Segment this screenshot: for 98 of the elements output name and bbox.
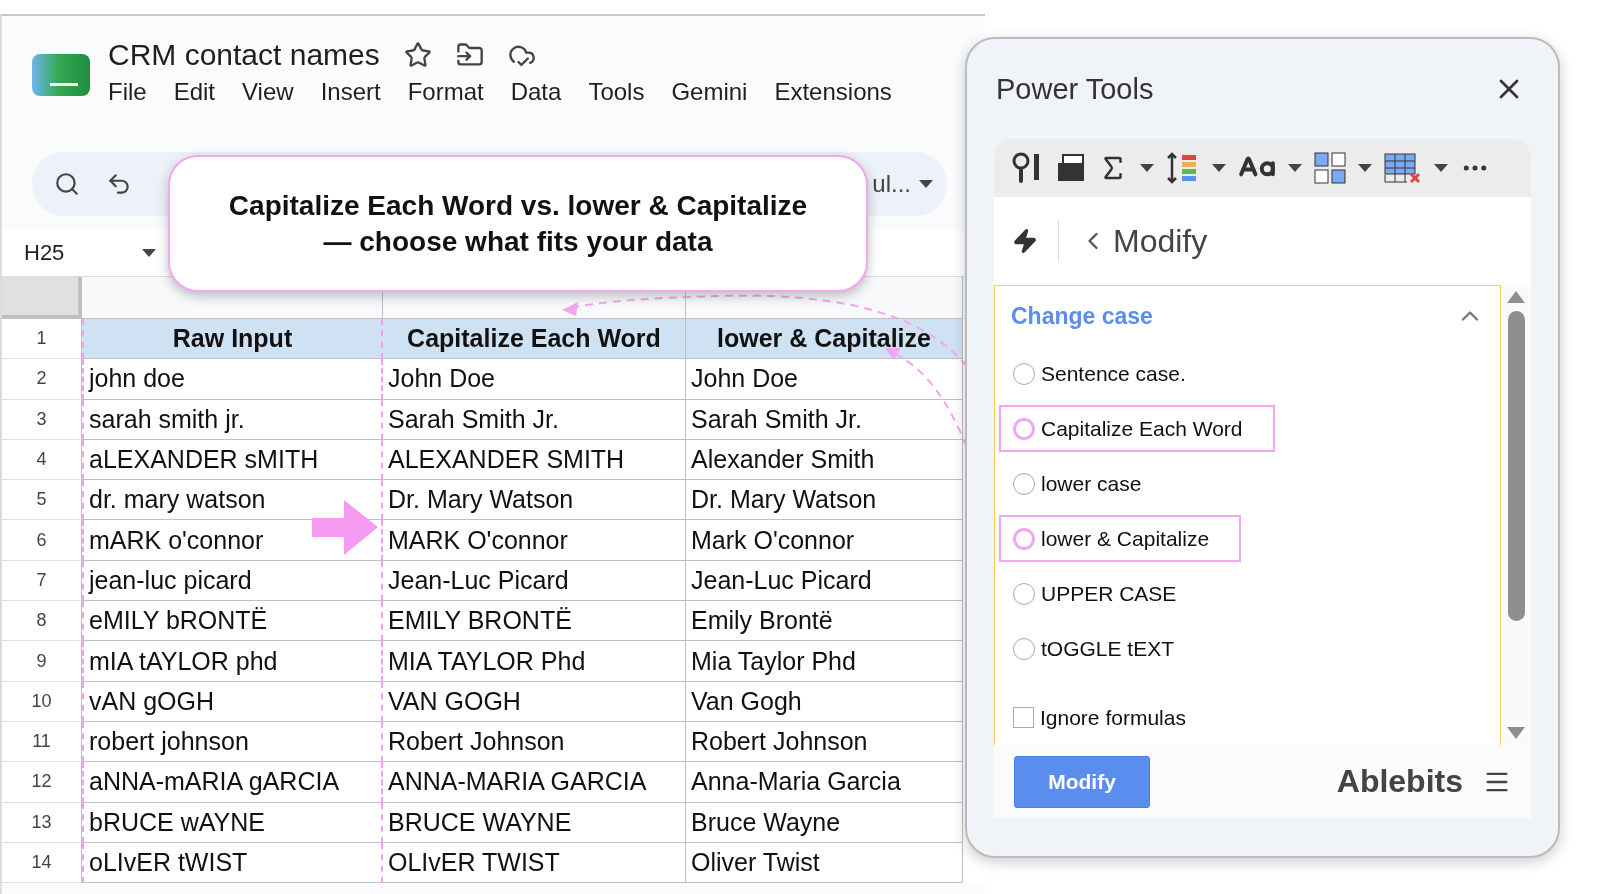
table-cell: EMILY BRONTË <box>383 601 686 642</box>
row-number: 5 <box>2 480 82 521</box>
radio-option[interactable]: tOGGLE tEXT <box>999 625 1207 673</box>
star-icon[interactable] <box>403 41 432 69</box>
menu-item[interactable]: Edit <box>173 78 216 106</box>
table-cell: Jean-Luc Picard <box>383 560 686 602</box>
table-cell: Dr. Mary Watson <box>686 480 963 521</box>
caret-icon[interactable] <box>1288 164 1302 172</box>
checkbox-label[interactable]: Ignore formulas <box>1040 705 1186 730</box>
callout-text: Capitalize Each Word vs. lower & Capitalize <box>228 188 808 223</box>
panel-title: Power Tools <box>996 72 1154 106</box>
table-cell: Van Gogh <box>686 681 963 722</box>
table-cell: BRUCE WAYNE <box>383 802 686 843</box>
highlighted-option[interactable]: lower & Capitalize <box>999 515 1242 563</box>
callout-text: — choose what fits your data <box>323 224 713 259</box>
table-cell: Robert Johnson <box>383 721 686 763</box>
caret-icon[interactable] <box>1140 164 1154 172</box>
row-number: 11 <box>2 721 82 763</box>
table-cell: ALEXANDER SMITH <box>383 439 686 481</box>
table-cell: jean-luc picard <box>82 560 383 602</box>
font-dropdown[interactable]: ul... <box>872 170 911 198</box>
table-cell: aNNA-mARIA gARCIA <box>82 762 383 803</box>
row-number: 2 <box>2 359 82 400</box>
caret-icon[interactable] <box>919 180 933 188</box>
checkbox[interactable] <box>1013 707 1034 729</box>
table-cell: Emily Brontë <box>686 601 963 642</box>
table-cell: sarah smith jr. <box>82 399 383 440</box>
table-header-cell: lower & Capitalize <box>686 319 963 360</box>
caret-icon[interactable] <box>1434 164 1448 172</box>
row-number: 8 <box>2 601 82 642</box>
table-cell: MARK O'connor <box>383 520 686 561</box>
lightning-icon[interactable] <box>1012 228 1038 254</box>
table-header-cell: Capitalize Each Word <box>383 319 686 360</box>
table-cell: Bruce Wayne <box>686 802 963 843</box>
table-cell: Sarah Smith Jr. <box>686 399 963 440</box>
radio-option[interactable]: lower case <box>999 460 1174 508</box>
table-cell: Alexander Smith <box>686 439 963 481</box>
table-cell: Dr. Mary Watson <box>383 480 686 521</box>
folder-icon[interactable] <box>455 41 484 69</box>
caret-icon[interactable] <box>142 249 156 257</box>
row-number: 3 <box>2 399 82 440</box>
row-number: 7 <box>2 560 82 602</box>
table-header-cell: Raw Input <box>82 319 383 360</box>
search-icon[interactable] <box>54 171 80 197</box>
table-cell: eMILY bRONTË <box>82 601 383 642</box>
table-cell: OLIvER TWIST <box>383 842 686 884</box>
radio-option[interactable]: UPPER CASE <box>999 570 1209 618</box>
table-cell: Mark O'connor <box>686 520 963 561</box>
table-cell: vAN gOGH <box>82 681 383 722</box>
menu-item[interactable]: Gemini <box>671 78 748 106</box>
row-number: 4 <box>2 439 82 481</box>
table-delete-icon[interactable] <box>1384 152 1422 184</box>
grid-icon[interactable] <box>1314 152 1346 184</box>
name-box[interactable]: H25 <box>24 240 64 266</box>
table-cell: Mia Taylor Phd <box>686 641 963 682</box>
menu-item[interactable]: Extensions <box>774 78 892 106</box>
table-cell: Anna-Maria Garcia <box>686 762 963 803</box>
caret-icon[interactable] <box>1358 164 1372 172</box>
table-cell: John Doe <box>686 359 963 400</box>
menu-item[interactable]: Tools <box>588 78 645 106</box>
table-cell: robert johnson <box>82 721 383 763</box>
row-number: 14 <box>2 842 82 884</box>
radio-option[interactable]: Sentence case. <box>999 350 1218 398</box>
folder-icon[interactable] <box>1056 153 1086 183</box>
table-cell: MIA TAYLOR Phd <box>383 641 686 682</box>
undo-icon[interactable] <box>106 171 132 197</box>
table-cell: mIA tAYLOR phd <box>82 641 383 682</box>
table-cell: john doe <box>82 359 383 400</box>
document-title[interactable]: CRM contact names <box>108 38 380 72</box>
scrollbar-thumb[interactable] <box>1507 311 1525 621</box>
row-number: 13 <box>2 802 82 843</box>
row-number: 10 <box>2 681 82 722</box>
menu-item[interactable]: Data <box>510 78 562 106</box>
caret-icon[interactable] <box>1212 164 1226 172</box>
row-number: 9 <box>2 641 82 682</box>
table-cell: Sarah Smith Jr. <box>383 399 686 440</box>
row-number: 1 <box>2 319 82 360</box>
table-cell: Robert Johnson <box>686 721 963 763</box>
table-cell: Oliver Twist <box>686 842 963 884</box>
menu-item[interactable]: File <box>108 78 147 106</box>
row-number: 12 <box>2 762 82 803</box>
back-link[interactable]: Modify <box>1079 222 1208 260</box>
menu-item[interactable]: Insert <box>320 78 381 106</box>
brand-name: Ablebits <box>1336 763 1463 800</box>
highlighted-option[interactable]: Capitalize Each Word <box>999 405 1275 453</box>
row-number: 6 <box>2 520 82 561</box>
table-cell: John Doe <box>383 359 686 400</box>
table-cell: oLIvER tWIST <box>82 842 383 884</box>
table-cell: aLEXANDER sMITH <box>82 439 383 481</box>
menu-item[interactable]: Format <box>407 78 484 106</box>
table-cell: ANNA-MARIA GARCIA <box>383 762 686 803</box>
arrow-drawing <box>312 500 378 555</box>
table-cell: VAN GOGH <box>383 681 686 722</box>
table-cell: bRUCE wAYNE <box>82 802 383 843</box>
spreadsheet-logo <box>32 54 90 96</box>
menu-item[interactable]: View <box>242 78 294 106</box>
table-cell: dr. mary watson <box>82 480 383 521</box>
table-cell: Jean-Luc Picard <box>686 560 963 602</box>
